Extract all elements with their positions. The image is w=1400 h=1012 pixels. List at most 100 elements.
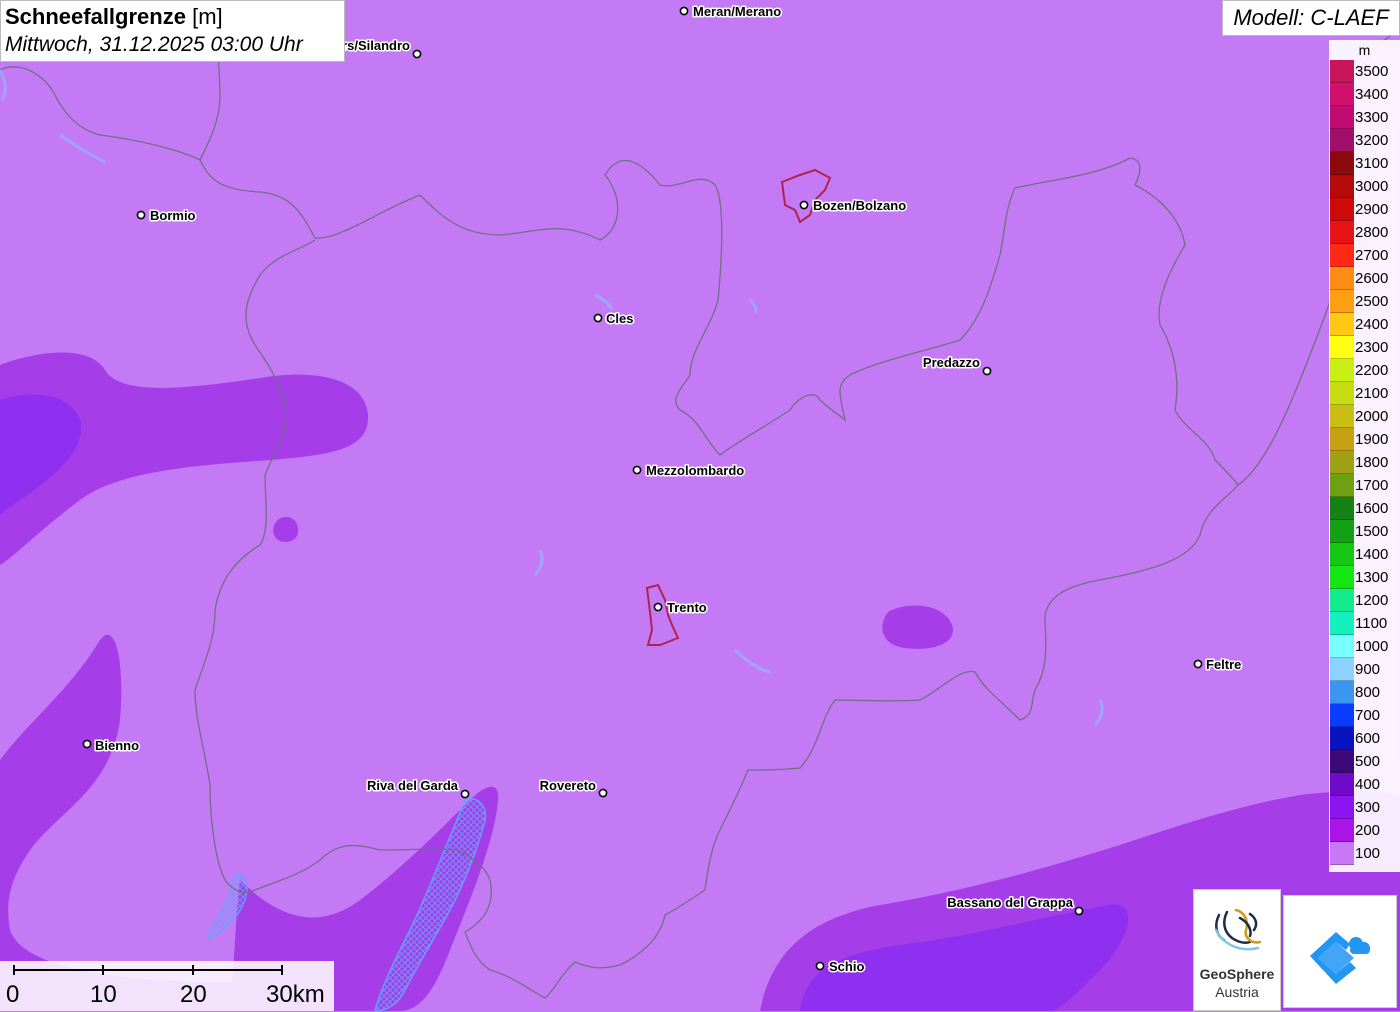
scale-label-0: 0 (6, 981, 20, 1008)
city-dot (1074, 906, 1084, 916)
legend-row: 800 (1329, 681, 1400, 704)
legend-label: 100 (1355, 845, 1381, 862)
legend-row: 2500 (1329, 290, 1400, 313)
legend-row: 700 (1329, 704, 1400, 727)
warning-app-icon (1310, 932, 1370, 984)
title-box: Schneefallgrenze [m] Mittwoch, 31.12.202… (0, 0, 345, 62)
city-label: Bozen/Bolzano (813, 198, 906, 213)
legend-row: 2400 (1329, 313, 1400, 336)
legend-row: 1100 (1329, 612, 1400, 635)
legend-label: 2400 (1355, 316, 1389, 333)
legend-label: 1600 (1355, 500, 1389, 517)
legend-swatch (1330, 359, 1354, 382)
legend-swatch (1330, 842, 1354, 865)
city-dot (653, 602, 663, 612)
legend-label: 3300 (1355, 109, 1389, 126)
legend-label: 1700 (1355, 477, 1389, 494)
legend-swatch (1330, 382, 1354, 405)
legend-row: 2700 (1329, 244, 1400, 267)
legend-label: 3500 (1355, 63, 1389, 80)
snowfall-line-map[interactable]: Meran/MeranoSchlanders/SilandroBormioBoz… (0, 0, 1400, 1011)
city-marker[interactable]: Mezzolombardo (632, 462, 746, 480)
legend-swatch (1330, 566, 1354, 589)
legend-swatch (1330, 658, 1354, 681)
legend-label: 600 (1355, 730, 1381, 747)
legend-row: 3300 (1329, 106, 1400, 129)
legend-label: 1300 (1355, 569, 1389, 586)
legend-swatch (1330, 244, 1354, 267)
legend-swatch (1330, 428, 1354, 451)
legend-label: 2200 (1355, 362, 1389, 379)
model-label: Modell: C-LAEF (1222, 0, 1400, 36)
legend-unit: m (1358, 42, 1371, 58)
legend-row: 3100 (1329, 152, 1400, 175)
legend-swatch (1330, 704, 1354, 727)
legend-label: 200 (1355, 822, 1381, 839)
legend-swatch (1330, 198, 1354, 221)
legend-label: 1500 (1355, 523, 1389, 540)
legend-label: 1400 (1355, 546, 1389, 563)
legend-swatch (1330, 129, 1354, 152)
warning-app-logo[interactable] (1283, 895, 1397, 1008)
legend-swatch (1330, 405, 1354, 428)
forecast-datetime: Mittwoch, 31.12.2025 03:00 Uhr (5, 33, 303, 56)
legend-row: 1600 (1329, 497, 1400, 520)
legend-label: 900 (1355, 661, 1381, 678)
legend-swatch (1330, 612, 1354, 635)
legend-swatch (1330, 727, 1354, 750)
legend-row: 2100 (1329, 382, 1400, 405)
legend-swatch (1330, 451, 1354, 474)
legend-row: 2000 (1329, 405, 1400, 428)
city-marker[interactable]: Meran/Merano (679, 3, 783, 21)
legend-swatch (1330, 773, 1354, 796)
legend-swatch (1330, 497, 1354, 520)
city-label: Bienno (95, 738, 139, 753)
legend-row: 400 (1329, 773, 1400, 796)
legend-row: 3500 (1329, 60, 1400, 83)
legend-row: 3400 (1329, 83, 1400, 106)
city-dot (982, 366, 992, 376)
city-label: Bassano del Grappa (947, 895, 1073, 910)
legend-label: 2300 (1355, 339, 1389, 356)
legend-swatch (1330, 796, 1354, 819)
city-dot (679, 6, 689, 16)
legend-row: 1900 (1329, 428, 1400, 451)
legend-swatch (1330, 474, 1354, 497)
legend-label: 2000 (1355, 408, 1389, 425)
legend-swatch (1330, 152, 1354, 175)
title-unit: [m] (192, 4, 223, 29)
legend-row: 100 (1329, 842, 1400, 865)
legend-swatch (1330, 106, 1354, 129)
city-dot (815, 961, 825, 971)
color-legend: m 3500 3400 3300 3200 3100 3000 2900 2800 2700 26… (1329, 40, 1400, 872)
city-label: Riva del Garda (367, 778, 459, 793)
legend-label: 1900 (1355, 431, 1389, 448)
city-marker[interactable]: Bozen/Bolzano (799, 197, 908, 215)
city-dot (1193, 659, 1203, 669)
legend-label: 1100 (1355, 615, 1388, 632)
legend-row: 2300 (1329, 336, 1400, 359)
legend-row: 1400 (1329, 543, 1400, 566)
city-label: Trento (667, 600, 707, 615)
legend-label: 300 (1355, 799, 1381, 816)
legend-label: 3400 (1355, 86, 1389, 103)
legend-swatch (1330, 175, 1354, 198)
city-dot (598, 788, 608, 798)
city-label: Cles (606, 311, 633, 326)
city-dot (460, 789, 470, 799)
title-text: Schneefallgrenze (5, 4, 186, 29)
geosphere-logo[interactable]: GeoSphere Austria (1193, 889, 1281, 1011)
legend-row: 1800 (1329, 451, 1400, 474)
legend-label: 1000 (1355, 638, 1389, 655)
city-dot (82, 739, 92, 749)
legend-row: 300 (1329, 796, 1400, 819)
legend-label: 700 (1355, 707, 1381, 724)
legend-row: 200 (1329, 819, 1400, 842)
city-dot (412, 49, 422, 59)
legend-label: 3000 (1355, 178, 1389, 195)
legend-row: 1300 (1329, 566, 1400, 589)
city-label: Rovereto (540, 778, 596, 793)
city-label: Mezzolombardo (646, 463, 744, 478)
geosphere-logo-icon (1214, 908, 1262, 951)
page-title: Schneefallgrenze [m] (5, 3, 340, 31)
